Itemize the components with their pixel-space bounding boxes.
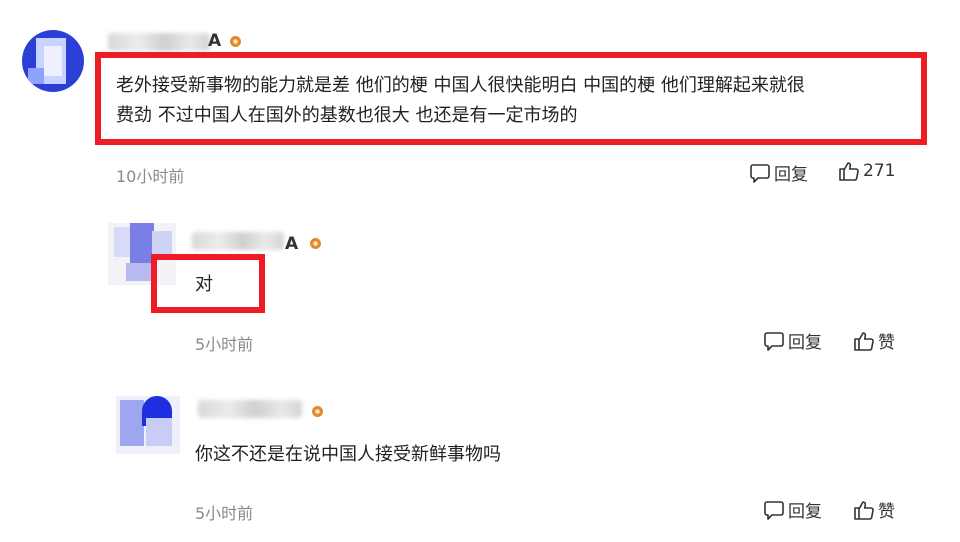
avatar[interactable] xyxy=(22,30,84,92)
username-blurred[interactable] xyxy=(108,33,210,51)
like-label: 赞 xyxy=(878,333,895,353)
like-button[interactable]: 271 xyxy=(838,160,895,182)
username-blurred[interactable] xyxy=(198,400,302,418)
reply-button[interactable]: 回复 xyxy=(763,328,822,353)
reply-button[interactable]: 回复 xyxy=(749,160,808,185)
like-label: 赞 xyxy=(878,502,895,522)
highlight-box xyxy=(151,254,265,313)
username-blurred[interactable] xyxy=(192,232,284,250)
speech-bubble-icon xyxy=(764,500,784,520)
timestamp: 5小时前 xyxy=(195,335,254,354)
reply-label: 回复 xyxy=(774,165,808,185)
avatar[interactable] xyxy=(116,396,180,454)
like-button[interactable]: 赞 xyxy=(853,497,895,522)
level-badge-icon xyxy=(310,238,321,249)
reply-button[interactable]: 回复 xyxy=(763,497,822,522)
reply-label: 回复 xyxy=(788,333,822,353)
speech-bubble-icon xyxy=(750,163,770,183)
level-badge-icon xyxy=(312,406,323,417)
like-button[interactable]: 赞 xyxy=(853,328,895,353)
speech-bubble-icon xyxy=(764,331,784,351)
username-tail: A xyxy=(285,234,299,254)
timestamp: 5小时前 xyxy=(195,504,254,523)
thumbs-up-icon xyxy=(839,162,859,181)
like-count: 271 xyxy=(863,161,896,181)
comment-text: 你这不还是在说中国人接受新鲜事物吗 xyxy=(195,444,501,465)
thumbs-up-icon xyxy=(854,500,874,520)
timestamp: 10小时前 xyxy=(116,167,185,186)
reply-label: 回复 xyxy=(788,502,822,522)
username-tail: A xyxy=(208,31,222,51)
thumbs-up-icon xyxy=(854,331,874,351)
highlight-box xyxy=(95,52,927,145)
level-badge-icon xyxy=(230,36,241,47)
